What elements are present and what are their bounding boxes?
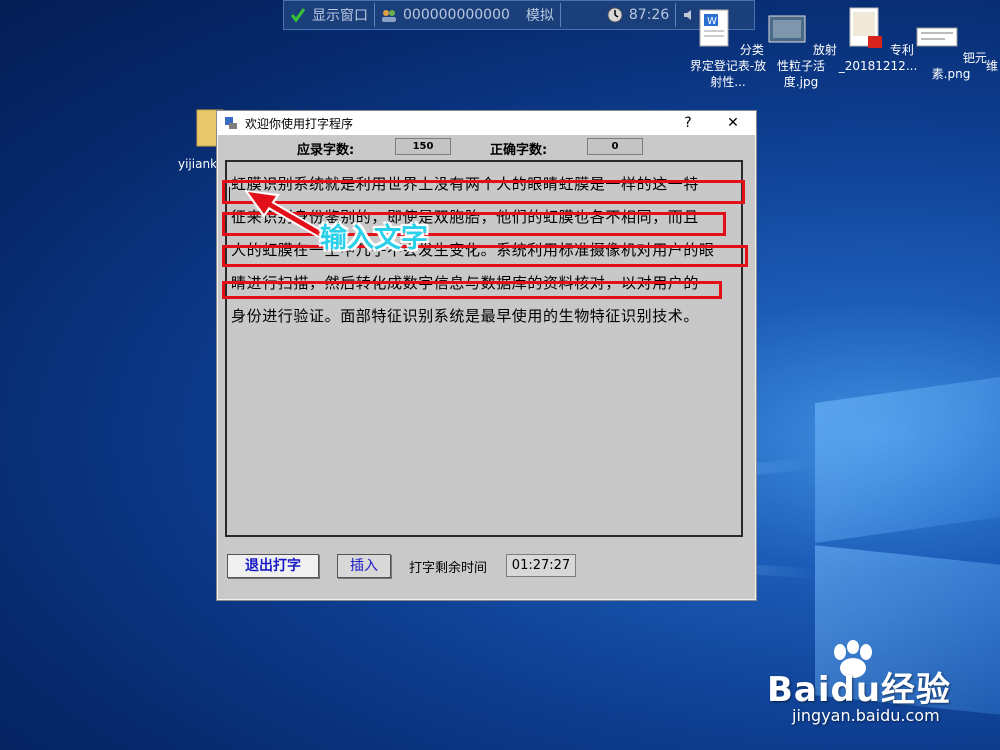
svg-text:W: W bbox=[707, 16, 717, 27]
close-button[interactable]: ✕ bbox=[720, 113, 746, 133]
image-file-icon bbox=[768, 15, 806, 43]
top-toolbar: 显示窗口 000000000000 模拟 87:26 bbox=[283, 0, 755, 30]
desktop-icon-word-doc[interactable]: W 分类界定登记表-放射性... bbox=[687, 6, 769, 90]
remaining-time-value: 01:27:27 bbox=[506, 554, 576, 577]
correct-count-label: 正确字数: bbox=[490, 143, 548, 158]
image-file-icon bbox=[916, 27, 958, 47]
exit-typing-button[interactable]: 退出打字 bbox=[227, 554, 319, 578]
help-button[interactable]: ? bbox=[675, 113, 701, 133]
clock-segment: 87:26 bbox=[601, 3, 677, 27]
annotation-box bbox=[222, 281, 722, 299]
correct-count-value: 0 bbox=[587, 138, 643, 155]
should-count-label: 应录字数: bbox=[297, 143, 355, 158]
word-document-icon: W bbox=[699, 9, 729, 47]
watermark-brand: Baidu经验 bbox=[767, 670, 952, 710]
desktop-light-pane bbox=[815, 376, 1000, 543]
annotation-box bbox=[222, 245, 748, 267]
display-window-toggle[interactable]: 显示窗口 bbox=[284, 3, 375, 27]
desktop-icon-jpg[interactable]: 放射性粒子活度.jpg bbox=[760, 6, 842, 90]
window-title: 欢迎你使用打字程序 bbox=[245, 116, 354, 131]
desktop-icon-png[interactable]: 钯元素.png bbox=[910, 14, 992, 82]
annotation-label: 输入文字 bbox=[320, 223, 428, 254]
checkmark-icon bbox=[290, 8, 306, 23]
insert-button[interactable]: 插入 bbox=[337, 554, 391, 578]
desktop-icon-partial[interactable]: 维 bbox=[986, 58, 1000, 74]
mode-label: 模拟 bbox=[525, 8, 554, 24]
should-count-value: 150 bbox=[395, 138, 451, 155]
app-icon bbox=[225, 117, 237, 129]
desktop-icon-label: 维 bbox=[986, 59, 999, 73]
pdf-document-icon bbox=[849, 7, 883, 48]
account-number: 000000000000 bbox=[403, 7, 510, 23]
account-segment: 000000000000 模拟 bbox=[375, 3, 561, 27]
watermark-url: jingyan.baidu.com bbox=[792, 706, 940, 725]
users-icon bbox=[382, 10, 396, 22]
count-header: 应录字数: 150 正确字数: 0 bbox=[217, 137, 756, 159]
display-window-label: 显示窗口 bbox=[312, 8, 368, 24]
clock-icon bbox=[607, 7, 623, 23]
desktop-icon-pdf[interactable]: 专利_20181212... bbox=[837, 6, 919, 74]
window-titlebar: 欢迎你使用打字程序 ? ✕ bbox=[217, 111, 756, 135]
remaining-time-label: 打字剩余时间 bbox=[409, 561, 488, 576]
text-line: 身份进行验证。面部特征识别系统是最早使用的生物特征识别技术。 bbox=[231, 307, 700, 325]
clock-value: 87:26 bbox=[628, 7, 670, 23]
